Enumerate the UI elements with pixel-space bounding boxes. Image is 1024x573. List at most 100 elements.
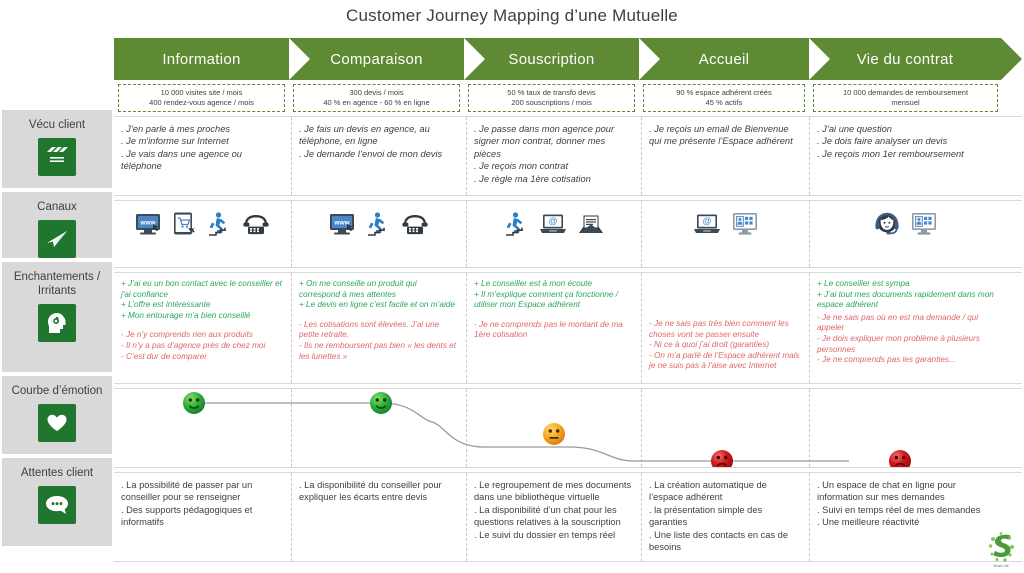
- stage-chevron-information[interactable]: Information: [114, 38, 310, 80]
- chevron-right-icon: [1001, 38, 1022, 80]
- cell-irritants-vie-du-contrat: + Le conseiller est sympa + J’ai tout me…: [810, 273, 1001, 383]
- chevron-notch-icon: [639, 38, 660, 80]
- person-stairs-icon: [209, 212, 226, 236]
- emotion-point-souscription: [543, 423, 565, 445]
- cell-attentes-information: . La possibilité de passer par un consei…: [114, 473, 292, 561]
- stage-chevron-comparaison[interactable]: Comparaison: [289, 38, 485, 80]
- stage-name: Vie du contrat: [856, 50, 954, 68]
- headset-agent-icon: [875, 212, 899, 235]
- sidebar: Vécu client Canaux Enchantements / Irrit…: [2, 110, 112, 550]
- cell-text: . J’en parle à mes proches . Je m'inform…: [121, 124, 242, 172]
- stage-chevron-vie-du-contrat[interactable]: Vie du contrat: [809, 38, 1022, 80]
- sidebar-item-attentes-client[interactable]: Attentes client: [2, 458, 112, 546]
- person-stairs-icon: [506, 212, 523, 236]
- row-enchantements-irritants: + J’ai eu un bon contact avec le conseil…: [114, 272, 1022, 384]
- cell-text: . Je reçois un email de Bienvenue qui me…: [649, 124, 793, 147]
- website-icon: www: [136, 214, 160, 235]
- delight-text: + Le conseiller est sympa + J’ai tout me…: [817, 279, 994, 310]
- row-canaux: www www @ @: [114, 200, 1022, 268]
- svg-text:Smart Life: Smart Life: [993, 564, 1009, 568]
- cell-vecu-comparaison: . Je fais un devis en agence, au télépho…: [292, 117, 467, 195]
- cell-irritants-accueil: - Je ne sais pas très bien comment les c…: [642, 273, 810, 383]
- irritant-text: - Je n’y comprends rien aux produits - I…: [121, 330, 266, 361]
- irritant-text: - Je ne sais pas où en est ma demande / …: [817, 312, 980, 365]
- sidebar-item-canaux[interactable]: Canaux: [2, 192, 112, 258]
- cell-vecu-accueil: . Je reçois un email de Bienvenue qui me…: [642, 117, 810, 195]
- channel-icon-group: www: [299, 207, 459, 263]
- svg-text:@: @: [702, 216, 711, 226]
- kpi-vie-du-contrat: 10 000 demandes de remboursement mensuel: [813, 84, 998, 112]
- irritant-text: - Je ne comprends pas le montant de ma 1…: [474, 319, 623, 340]
- open-envelope-icon: [579, 215, 603, 233]
- cell-text: . Je fais un devis en agence, au télépho…: [299, 124, 443, 159]
- telephone-icon: [243, 215, 269, 235]
- journey-board: Information Comparaison Souscription Acc…: [114, 38, 1022, 562]
- sidebar-item-enchantements-irritants[interactable]: Enchantements / Irritants: [2, 262, 112, 372]
- cell-text: . La création automatique de l’espace ad…: [649, 480, 789, 553]
- kpi-comparaison: 300 devis / mois 40 % en agence - 60 % e…: [293, 84, 460, 112]
- company-logo: Smart Life: [988, 532, 1014, 568]
- row-courbe-emotion: [114, 388, 1022, 468]
- channel-icon-group: @: [474, 207, 634, 263]
- cell-canaux-comparaison: www: [292, 201, 467, 267]
- svg-text:@: @: [548, 216, 557, 226]
- delight-text: + On me conseille un produit qui corresp…: [299, 279, 455, 310]
- cell-attentes-comparaison: . La disponibilité du conseiller pour ex…: [292, 473, 467, 561]
- irritant-text: - Les cotisations sont élevées. J’ai une…: [299, 319, 457, 361]
- stage-name: Souscription: [508, 50, 595, 68]
- sidebar-item-label: Vécu client: [28, 119, 86, 131]
- emotion-point-accueil: [711, 450, 733, 467]
- kpi-row: 10 000 visites site / mois 400 rendez-vo…: [114, 84, 1022, 114]
- cell-vecu-information: . J’en parle à mes proches . Je m'inform…: [114, 117, 292, 195]
- cell-text: . J’ai une question . Je dois faire anal…: [817, 124, 964, 159]
- chevron-notch-icon: [464, 38, 485, 80]
- cell-canaux-information: www: [114, 201, 292, 267]
- irritant-text: - Je ne sais pas très bien comment les c…: [649, 319, 800, 371]
- sidebar-item-vecu-client[interactable]: Vécu client: [2, 110, 112, 188]
- stage-header-row: Information Comparaison Souscription Acc…: [114, 38, 1022, 80]
- channel-icon-group: @: [649, 207, 802, 263]
- cell-vecu-vie-du-contrat: . J’ai une question . Je dois faire anal…: [810, 117, 1001, 195]
- monitor-account-icon: [912, 213, 936, 235]
- monitor-account-icon: [733, 213, 757, 235]
- person-stairs-icon: [368, 212, 385, 236]
- cell-attentes-vie-du-contrat: . Un espace de chat en ligne pour inform…: [810, 473, 1001, 561]
- website-icon: www: [330, 214, 354, 235]
- cell-canaux-vie-du-contrat: [810, 201, 1001, 267]
- tablet-shop-icon: [174, 212, 196, 235]
- cell-attentes-accueil: . La création automatique de l’espace ad…: [642, 473, 810, 561]
- sidebar-item-label: Courbe d’émotion: [11, 385, 103, 397]
- cell-canaux-accueil: @: [642, 201, 810, 267]
- stage-chevron-accueil[interactable]: Accueil: [639, 38, 830, 80]
- sidebar-item-label: Enchantements / Irritants: [13, 271, 101, 297]
- heart-icon: [38, 404, 76, 442]
- cell-text: . Le regroupement de mes documents dans …: [474, 480, 632, 540]
- cell-text: . La disponibilité du conseiller pour ex…: [299, 480, 442, 503]
- cell-vecu-souscription: . Je passe dans mon agence pour signer m…: [467, 117, 642, 195]
- kpi-souscription: 50 % taux de transfo devis 200 souscript…: [468, 84, 635, 112]
- channel-icon-group: [817, 207, 994, 263]
- sidebar-item-courbe-emotion[interactable]: Courbe d’émotion: [2, 376, 112, 454]
- sidebar-item-label: Attentes client: [20, 467, 94, 479]
- chevron-notch-icon: [289, 38, 310, 80]
- kpi-accueil: 90 % espace adhérent créés 45 % actifs: [643, 84, 805, 112]
- cell-text: . La possibilité de passer par un consei…: [121, 480, 253, 528]
- cell-irritants-comparaison: + On me conseille un produit qui corresp…: [292, 273, 467, 383]
- emotion-point-information: [183, 392, 205, 414]
- chevron-notch-icon: [809, 38, 830, 80]
- stage-name: Accueil: [698, 50, 750, 68]
- kpi-information: 10 000 visites site / mois 400 rendez-vo…: [118, 84, 285, 112]
- cell-irritants-information: + J’ai eu un bon contact avec le conseil…: [114, 273, 292, 383]
- channel-icon-group: www: [121, 207, 284, 263]
- cell-text: . Je passe dans mon agence pour signer m…: [474, 124, 615, 184]
- emotion-point-vie-du-contrat: [889, 450, 911, 467]
- paper-plane-icon: [38, 220, 76, 258]
- delight-text: + Le conseiller est à mon écoute + Il m’…: [474, 279, 619, 310]
- laptop-email-icon: @: [540, 214, 566, 233]
- cell-text: . Un espace de chat en ligne pour inform…: [817, 480, 981, 528]
- page-title: Customer Journey Mapping d’une Mutuelle: [346, 6, 678, 25]
- clapperboard-icon: [38, 138, 76, 176]
- stage-chevron-souscription[interactable]: Souscription: [464, 38, 660, 80]
- laptop-email-icon: @: [694, 214, 720, 233]
- telephone-icon: [402, 215, 428, 235]
